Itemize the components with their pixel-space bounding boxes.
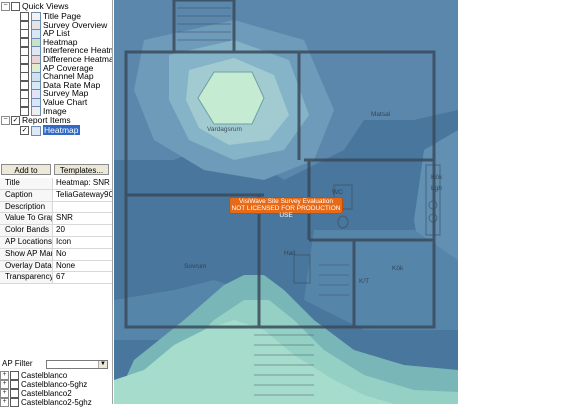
report-heatmap-checkbox[interactable]: ✓: [20, 126, 29, 136]
property-row[interactable]: Color Bands 20: [0, 225, 112, 237]
property-key: Value To Graph: [0, 213, 53, 225]
property-value[interactable]: SNR: [53, 213, 112, 224]
property-row[interactable]: CaptionTeliaGateway9C-97: [0, 189, 112, 202]
property-row[interactable]: Value To GraphSNR: [0, 213, 112, 226]
ap-filter-item[interactable]: + Castelblanco2-5ghz: [0, 398, 112, 407]
property-value[interactable]: 67: [53, 272, 112, 283]
expand-icon[interactable]: +: [0, 398, 9, 407]
ap-checkbox[interactable]: [10, 398, 19, 407]
property-key: Description: [0, 201, 53, 213]
property-value[interactable]: TeliaGateway9C-97: [53, 190, 112, 201]
room-label-sovrum: Sovrum: [184, 263, 206, 270]
ap-name: Castelblanco2: [21, 389, 72, 398]
report-items-label: Report Items: [22, 115, 71, 125]
report-heatmap-label: Heatmap: [43, 125, 80, 135]
ap-filter-item[interactable]: + Castelblanco-5ghz: [0, 380, 112, 390]
ap-filter-item[interactable]: + Castelblanco2: [0, 389, 112, 399]
tree-quick-views[interactable]: − Quick Views: [1, 1, 69, 12]
ap-filter-item[interactable]: + Castelblanco: [0, 371, 112, 381]
tree-report-items[interactable]: − ✓ Report Items: [1, 115, 71, 126]
ap-name: Castelblanco2-5ghz: [21, 398, 92, 407]
property-grid: TitleHeatmap: SNRCaptionTeliaGateway9C-9…: [0, 178, 112, 285]
add-to-report-button[interactable]: Add to Report: [1, 164, 51, 186]
banner-line-2: NOT LICENSED FOR PRODUCTION USE: [231, 205, 341, 219]
property-value[interactable]: [53, 202, 112, 213]
property-value[interactable]: No: [53, 249, 112, 260]
property-key: Show AP Marker: [0, 248, 53, 260]
report-buttons: Add to Report Templates...: [0, 164, 112, 186]
property-row[interactable]: Description: [0, 201, 112, 214]
property-row[interactable]: Transparency 67: [0, 272, 112, 285]
property-key: AP Locations: [0, 236, 53, 248]
ap-filter-list: + Castelblanco + Castelblanco-5ghz + Castelbl…: [0, 371, 112, 407]
property-value[interactable]: 20: [53, 225, 112, 236]
collapse-icon[interactable]: −: [1, 2, 10, 12]
ap-name: Castelblanco: [21, 371, 68, 380]
report-items-checkbox[interactable]: ✓: [11, 116, 20, 126]
report-tree: − Quick Views Title Page Survey Overview AP…: [0, 0, 112, 158]
property-value[interactable]: None: [53, 261, 112, 272]
room-label-matsal: Matsal: [371, 111, 391, 118]
property-row[interactable]: Title Heatmap: SNR: [0, 178, 112, 190]
property-key: Title: [0, 178, 53, 189]
property-value[interactable]: Heatmap: SNR: [53, 178, 112, 189]
property-row[interactable]: Show AP MarkerNo: [0, 248, 112, 261]
room-label-kok-2: Kök: [392, 265, 404, 272]
property-row[interactable]: Overlay Data PoNone: [0, 260, 112, 273]
quick-views-checkbox[interactable]: [11, 2, 20, 12]
heatmap-icon: [31, 125, 41, 136]
chevron-down-icon[interactable]: ▼: [98, 361, 107, 368]
tree-report-heatmap[interactable]: ✓ Heatmap: [20, 125, 80, 136]
collapse-icon[interactable]: −: [1, 116, 10, 126]
room-label-lgh: Lgh: [431, 185, 442, 192]
property-key: Caption: [0, 189, 53, 201]
ap-name: Castelblanco-5ghz: [21, 380, 88, 389]
room-label-vardagsrum: Vardagsrum: [207, 126, 242, 133]
empty-area: [458, 0, 570, 404]
banner-line-1: VisiWave Site Survey Evaluation: [239, 198, 333, 205]
room-label-wc: WC: [332, 189, 343, 196]
room-label-kok: Kök: [431, 174, 443, 181]
room-label-hall: Hall: [284, 250, 296, 257]
evaluation-banner: VisiWave Site Survey Evaluation NOT LICE…: [229, 197, 343, 219]
quick-views-label: Quick Views: [22, 1, 69, 11]
templates-button[interactable]: Templates...: [54, 164, 109, 175]
left-panel: − Quick Views Title Page Survey Overview AP…: [0, 0, 113, 407]
property-key: Transparency: [0, 272, 53, 284]
room-label-kt: K/T: [359, 278, 369, 285]
property-key: Overlay Data Po: [0, 260, 53, 272]
property-key: Color Bands: [0, 225, 53, 236]
property-row[interactable]: AP Locations Icon: [0, 236, 112, 249]
property-value[interactable]: Icon: [53, 237, 112, 248]
ap-filter-dropdown[interactable]: ▼: [46, 360, 108, 369]
